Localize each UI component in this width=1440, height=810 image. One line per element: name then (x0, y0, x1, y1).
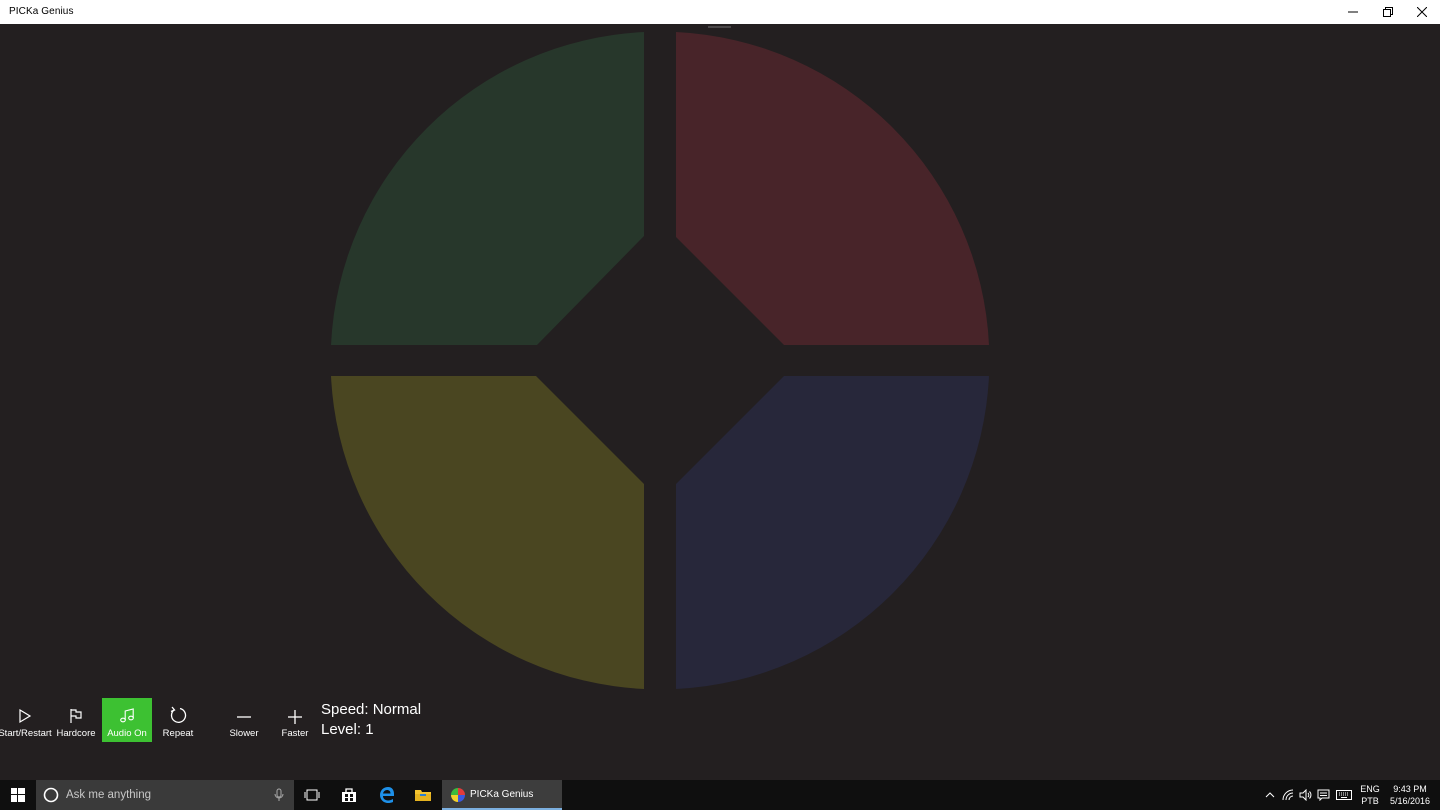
red-pad[interactable] (676, 32, 989, 345)
clock-time: 9:43 PM (1393, 784, 1427, 794)
app-logo-icon (451, 788, 465, 802)
repeat-button[interactable]: Repeat (153, 698, 203, 742)
window-title: PICKa Genius (9, 6, 74, 17)
task-view-icon (304, 789, 320, 801)
game-status: Speed: Normal Level: 1 (321, 700, 421, 740)
flag-icon (70, 709, 82, 723)
blue-pad[interactable] (676, 376, 989, 689)
taskbar-app-label: PICKa Genius (470, 789, 534, 800)
clock-date: 5/16/2016 (1389, 796, 1431, 806)
audio-toggle-button[interactable]: Audio On (102, 698, 152, 742)
action-center-button[interactable] (1315, 780, 1331, 810)
keyboard-icon (1336, 790, 1352, 800)
hardcore-label: Hardcore (56, 728, 96, 739)
music-note-icon (120, 708, 134, 723)
game-area: Start/Restart Hardcore Audio On Repeat S… (0, 24, 1440, 780)
close-icon (1417, 7, 1427, 17)
cortana-icon (43, 787, 59, 803)
store-icon (342, 788, 356, 802)
close-button[interactable] (1405, 0, 1439, 24)
edge-browser-button[interactable] (370, 780, 404, 810)
search-box[interactable]: Ask me anything (36, 780, 294, 810)
restore-button[interactable] (1371, 0, 1405, 24)
wifi-icon (1282, 789, 1294, 801)
clock[interactable]: 9:43 PM 5/16/2016 (1385, 783, 1435, 807)
network-button[interactable] (1280, 780, 1296, 810)
task-view-button[interactable] (296, 780, 328, 810)
store-button[interactable] (332, 780, 366, 810)
start-restart-label: Start/Restart (0, 728, 52, 739)
minimize-button[interactable] (1336, 0, 1370, 24)
chevron-up-icon (1265, 792, 1275, 798)
genius-board (331, 32, 989, 689)
title-bar: PICKa Genius (0, 0, 1440, 24)
taskbar: Ask me anything PICKa Genius ENG PTB 9:4… (0, 780, 1440, 810)
faster-button[interactable]: Faster (270, 698, 320, 742)
play-icon (19, 708, 32, 724)
minimize-icon (1348, 11, 1358, 13)
audio-label: Audio On (107, 728, 147, 739)
notification-icon (1317, 789, 1329, 801)
taskbar-app-picka-genius[interactable]: PICKa Genius (442, 780, 562, 810)
speed-text: Speed: Normal (321, 701, 422, 718)
speaker-icon (1299, 789, 1311, 801)
show-hidden-icons-button[interactable] (1262, 780, 1278, 810)
plus-icon (288, 710, 302, 724)
folder-icon (415, 790, 431, 801)
green-pad[interactable] (331, 32, 644, 345)
faster-label: Faster (281, 728, 309, 739)
slower-button[interactable]: Slower (219, 698, 269, 742)
microphone-icon[interactable] (274, 788, 284, 802)
edge-icon (380, 787, 394, 804)
minus-icon (237, 716, 251, 718)
volume-button[interactable] (1297, 780, 1313, 810)
level-text: Level: 1 (321, 721, 374, 738)
repeat-label: Repeat (162, 728, 194, 739)
refresh-icon (170, 706, 187, 723)
start-restart-button[interactable]: Start/Restart (0, 698, 52, 742)
restore-icon (1383, 7, 1393, 17)
input-language[interactable]: ENG PTB (1358, 783, 1382, 807)
language-code: ENG (1360, 784, 1380, 794)
file-explorer-button[interactable] (406, 780, 440, 810)
windows-logo-icon (11, 788, 25, 802)
hardcore-button[interactable]: Hardcore (51, 698, 101, 742)
slower-label: Slower (229, 728, 259, 739)
touch-keyboard-button[interactable] (1334, 780, 1354, 810)
start-button[interactable] (0, 780, 36, 810)
yellow-pad[interactable] (331, 376, 644, 689)
keyboard-layout: PTB (1361, 796, 1379, 806)
search-placeholder: Ask me anything (66, 789, 152, 801)
